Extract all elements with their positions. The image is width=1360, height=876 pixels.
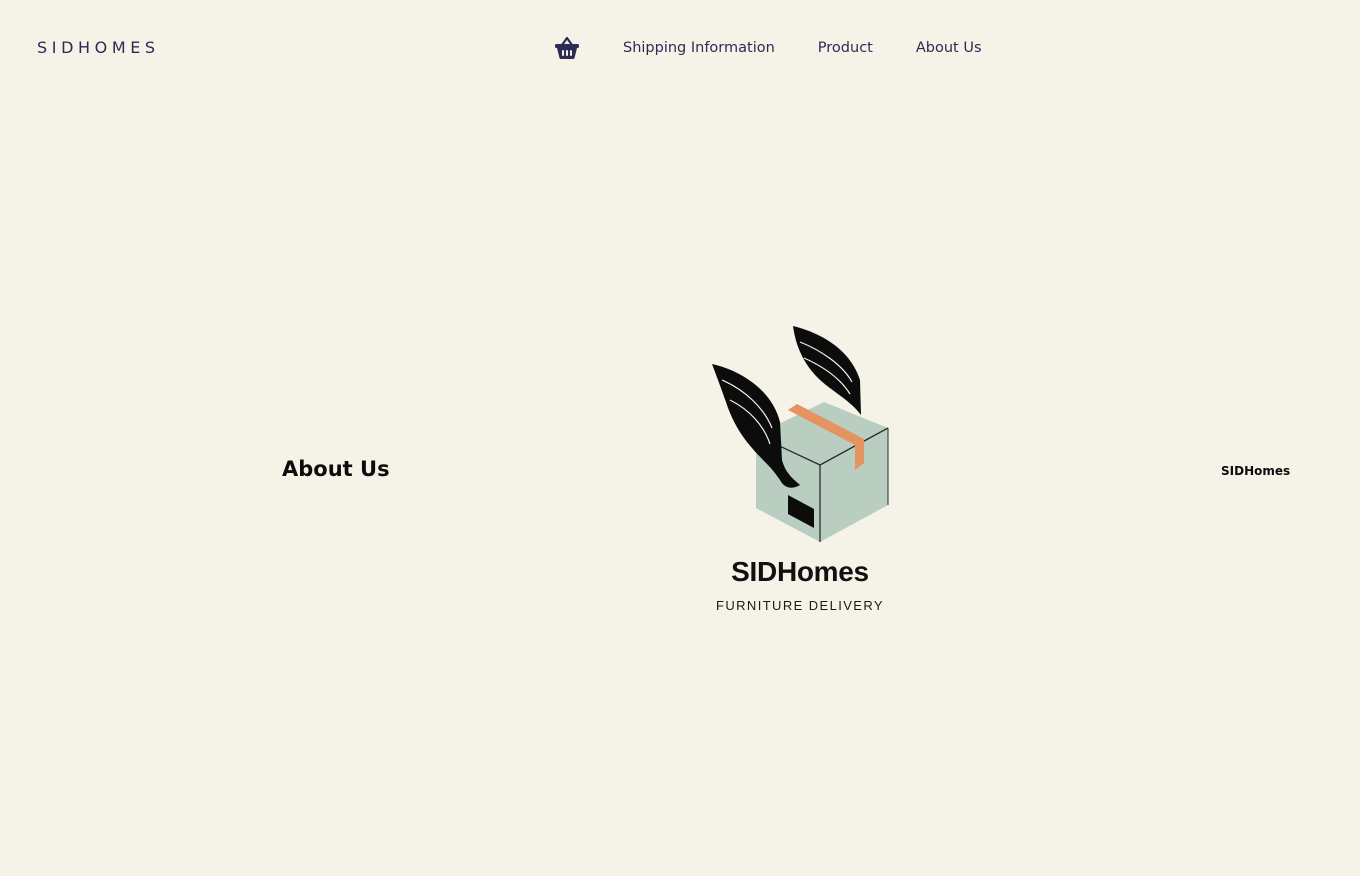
about-us-heading: About Us [282,457,390,481]
page: SIDHOMES Shipping Information Product Ab… [0,0,1360,876]
logo-title: SIDHomes [731,556,869,587]
brand-logo-link[interactable]: SIDHOMES [37,38,160,58]
main-nav: Shipping Information Product About Us [553,30,1025,66]
nav-about-us[interactable]: About Us [916,40,982,56]
side-brand-label: SIDHomes [1221,464,1291,478]
sidhomes-logo: SIDHomes FURNITURE DELIVERY [700,320,900,620]
nav-shipping-information[interactable]: Shipping Information [623,40,775,56]
nav-product[interactable]: Product [818,40,873,56]
logo-subtitle: FURNITURE DELIVERY [716,598,884,613]
shopping-basket-icon[interactable] [553,34,581,62]
winged-box-icon [712,326,889,542]
